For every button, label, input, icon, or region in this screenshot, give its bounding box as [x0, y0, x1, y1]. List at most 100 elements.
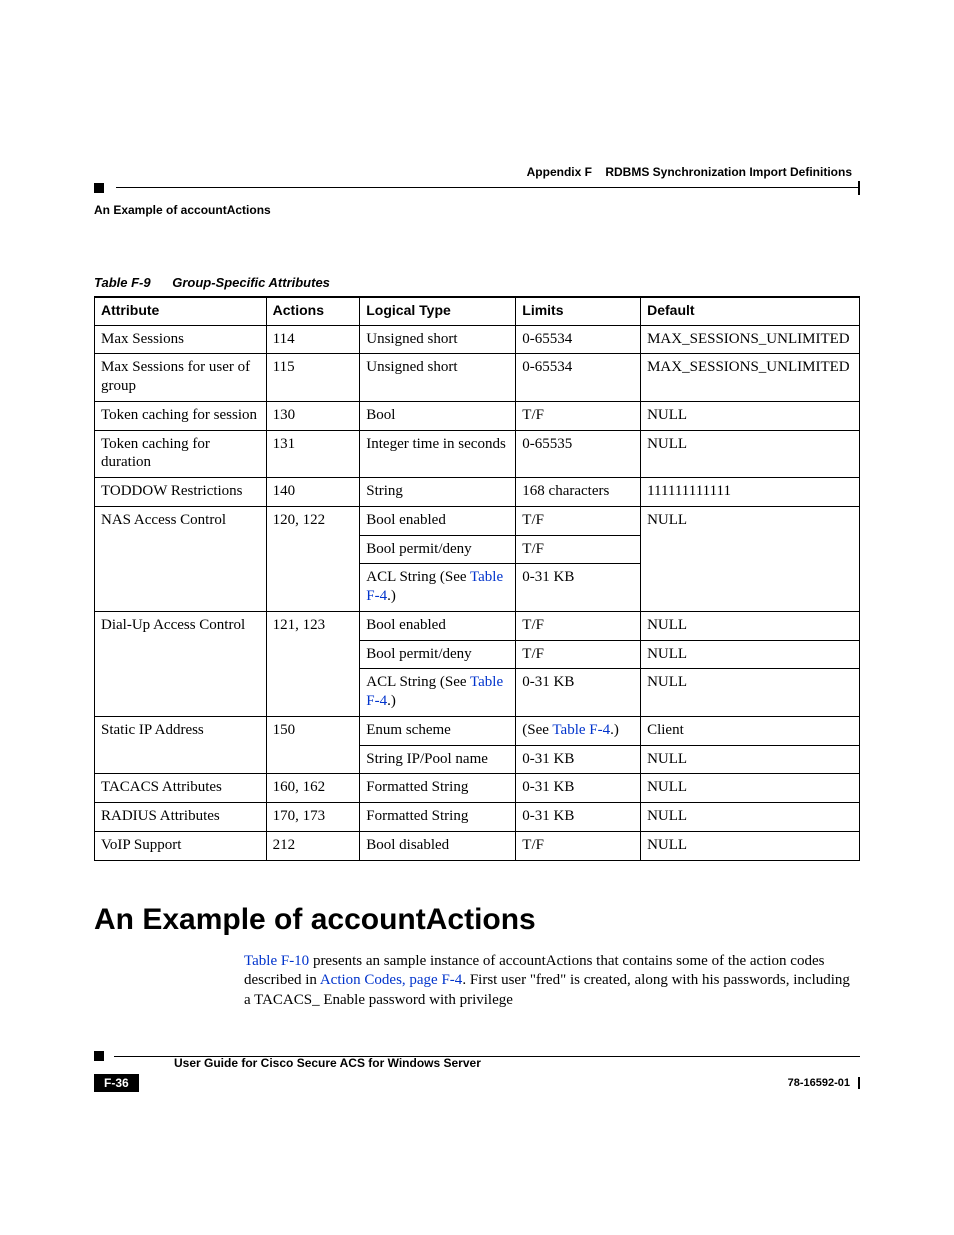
th-actions: Actions — [266, 297, 360, 325]
cell-logical-type: Bool permit/deny — [360, 640, 516, 669]
cell-actions: 140 — [266, 478, 360, 507]
cell-logical-type: String — [360, 478, 516, 507]
cell-actions: 115 — [266, 354, 360, 402]
footer-guide-title: User Guide for Cisco Secure ACS for Wind… — [174, 1056, 860, 1070]
cell-logical-type: Bool — [360, 401, 516, 430]
cell-actions: 160, 162 — [266, 774, 360, 803]
section-heading: An Example of accountActions — [94, 903, 860, 937]
cell-logical-type: Enum scheme — [360, 716, 516, 745]
cell-default: 111111111111 — [641, 478, 860, 507]
cell-attribute: TODDOW Restrictions — [95, 478, 267, 507]
table-caption: Table F-9 Group-Specific Attributes — [94, 275, 860, 290]
cell-default: MAX_SESSIONS_UNLIMITED — [641, 354, 860, 402]
th-attribute: Attribute — [95, 297, 267, 325]
table-row: Token caching for session 130 Bool T/F N… — [95, 401, 860, 430]
cell-limits: 0-31 KB — [516, 774, 641, 803]
doc-id: 78-16592-01 — [788, 1077, 860, 1089]
cell-logical-type: Formatted String — [360, 774, 516, 803]
cell-limits: T/F — [516, 535, 641, 564]
th-logical-type: Logical Type — [360, 297, 516, 325]
cell-actions: 131 — [266, 430, 360, 478]
cell-logical-type: Bool enabled — [360, 506, 516, 535]
cell-logical-type: String IP/Pool name — [360, 745, 516, 774]
table-row: VoIP Support 212 Bool disabled T/F NULL — [95, 831, 860, 860]
cell-limits: 0-31 KB — [516, 669, 641, 717]
cell-default: NULL — [641, 611, 860, 640]
table-row: Dial-Up Access Control 121, 123 Bool ena… — [95, 611, 860, 640]
cell-default: NULL — [641, 745, 860, 774]
cell-limits: 0-31 KB — [516, 745, 641, 774]
table-title: Group-Specific Attributes — [172, 275, 330, 290]
cell-actions: 212 — [266, 831, 360, 860]
cell-default: NULL — [641, 401, 860, 430]
rule-end-tick — [858, 181, 860, 195]
cell-actions: 121, 123 — [266, 611, 360, 716]
table-f4-link[interactable]: Table F-4 — [552, 722, 610, 738]
page-footer: User Guide for Cisco Secure ACS for Wind… — [94, 1050, 860, 1092]
cell-attribute: Max Sessions for user of group — [95, 354, 267, 402]
cell-limits: 0-65534 — [516, 325, 641, 354]
cell-limits: T/F — [516, 640, 641, 669]
cell-default: NULL — [641, 831, 860, 860]
rule-end-tick — [858, 1077, 860, 1089]
cell-logical-type: Unsigned short — [360, 354, 516, 402]
cell-attribute: Max Sessions — [95, 325, 267, 354]
cell-logical-type: Bool disabled — [360, 831, 516, 860]
cell-limits: T/F — [516, 831, 641, 860]
square-bullet-icon — [94, 183, 104, 193]
cell-attribute: RADIUS Attributes — [95, 803, 267, 832]
table-f10-link[interactable]: Table F-10 — [244, 953, 309, 969]
table-row: Max Sessions for user of group 115 Unsig… — [95, 354, 860, 402]
section-tag: An Example of accountActions — [94, 203, 860, 217]
cell-attribute: TACACS Attributes — [95, 774, 267, 803]
cell-attribute: VoIP Support — [95, 831, 267, 860]
cell-actions: 120, 122 — [266, 506, 360, 611]
cell-default: NULL — [641, 669, 860, 717]
cell-logical-type: Unsigned short — [360, 325, 516, 354]
table-row: RADIUS Attributes 170, 173 Formatted Str… — [95, 803, 860, 832]
table-row: Max Sessions 114 Unsigned short 0-65534 … — [95, 325, 860, 354]
running-header: Appendix F RDBMS Synchronization Import … — [94, 165, 860, 179]
cell-logical-type: Bool permit/deny — [360, 535, 516, 564]
cell-actions: 114 — [266, 325, 360, 354]
table-row: NAS Access Control 120, 122 Bool enabled… — [95, 506, 860, 535]
cell-attribute: Token caching for session — [95, 401, 267, 430]
cell-attribute: Dial-Up Access Control — [95, 611, 267, 716]
cell-logical-type: Bool enabled — [360, 611, 516, 640]
cell-default: NULL — [641, 774, 860, 803]
cell-default: MAX_SESSIONS_UNLIMITED — [641, 325, 860, 354]
cell-attribute: Static IP Address — [95, 716, 267, 774]
table-row: Token caching for duration 131 Integer t… — [95, 430, 860, 478]
page-number: F-36 — [94, 1074, 139, 1092]
cell-attribute: NAS Access Control — [95, 506, 267, 611]
attributes-table: Attribute Actions Logical Type Limits De… — [94, 296, 860, 861]
square-bullet-icon — [94, 1051, 104, 1061]
table-row: TACACS Attributes 160, 162 Formatted Str… — [95, 774, 860, 803]
cell-limits: (See Table F-4.) — [516, 716, 641, 745]
rule-line — [116, 187, 858, 188]
cell-logical-type: Formatted String — [360, 803, 516, 832]
cell-logical-type: ACL String (See Table F-4.) — [360, 564, 516, 612]
cell-default: Client — [641, 716, 860, 745]
cell-logical-type: Integer time in seconds — [360, 430, 516, 478]
cell-limits: 0-31 KB — [516, 803, 641, 832]
cell-actions: 170, 173 — [266, 803, 360, 832]
cell-limits: T/F — [516, 401, 641, 430]
cell-actions: 130 — [266, 401, 360, 430]
appendix-label: Appendix F — [527, 165, 592, 179]
th-limits: Limits — [516, 297, 641, 325]
cell-default: NULL — [641, 803, 860, 832]
table-number: Table F-9 — [94, 275, 151, 290]
table-header-row: Attribute Actions Logical Type Limits De… — [95, 297, 860, 325]
cell-default: NULL — [641, 640, 860, 669]
appendix-title: RDBMS Synchronization Import Definitions — [605, 165, 852, 179]
table-row: Static IP Address 150 Enum scheme (See T… — [95, 716, 860, 745]
cell-attribute: Token caching for duration — [95, 430, 267, 478]
header-rule — [94, 181, 860, 195]
cell-logical-type: ACL String (See Table F-4.) — [360, 669, 516, 717]
cell-limits: 0-31 KB — [516, 564, 641, 612]
cell-limits: 168 characters — [516, 478, 641, 507]
th-default: Default — [641, 297, 860, 325]
action-codes-link[interactable]: Action Codes, page F-4 — [320, 972, 462, 988]
cell-default: NULL — [641, 430, 860, 478]
